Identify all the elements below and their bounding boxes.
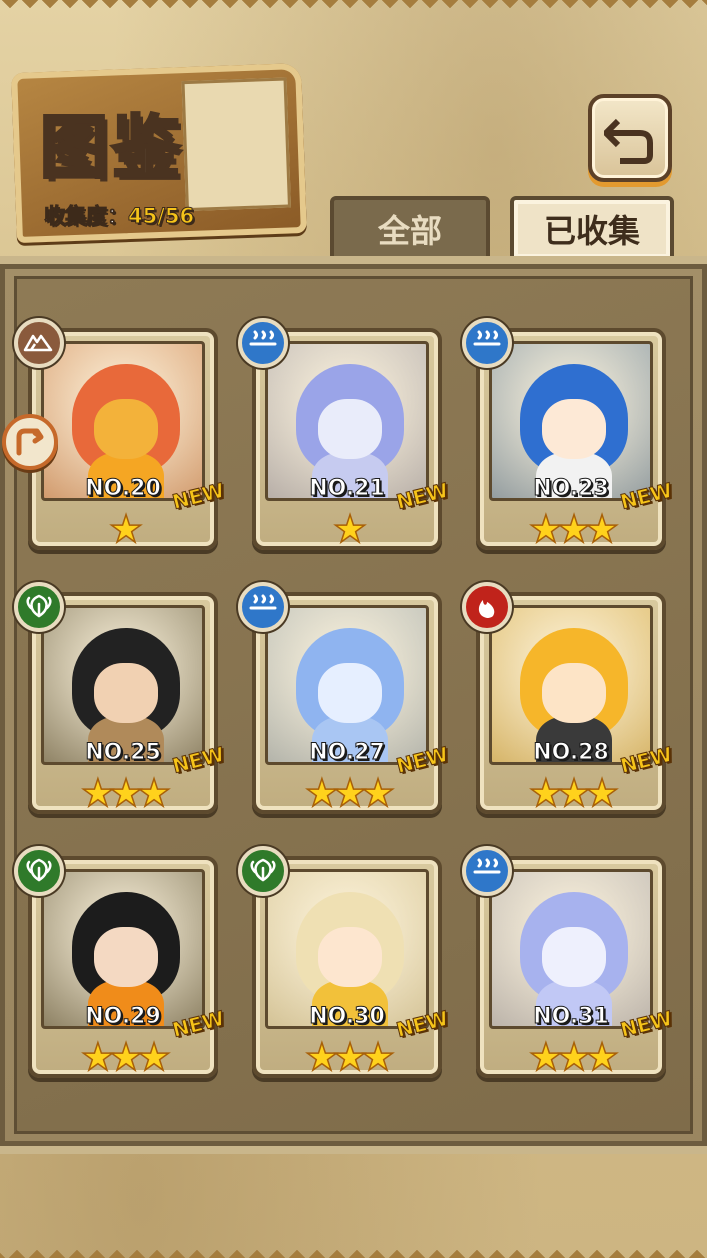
- tab-collected[interactable]: 已收集: [510, 196, 674, 262]
- monster-card[interactable]: NO.23 NEW ★★★: [462, 318, 675, 551]
- monster-card[interactable]: NO.21 NEW ★: [238, 318, 451, 551]
- wind-icon: [14, 582, 64, 632]
- bottom-border: [0, 1244, 707, 1258]
- filter-button[interactable]: [2, 414, 58, 470]
- earth-icon: [14, 318, 64, 368]
- monster-card[interactable]: NO.27 NEW ★★★: [238, 582, 451, 815]
- portrait-face: [542, 663, 606, 723]
- water-icon: [238, 318, 288, 368]
- portrait-face: [94, 399, 158, 459]
- page-title: 图鉴: [38, 107, 185, 190]
- collection-value: 45/56: [127, 204, 195, 229]
- water-icon: [462, 846, 512, 896]
- portrait-face: [318, 927, 382, 987]
- rarity-stars: ★★★: [528, 1035, 620, 1079]
- rarity-stars: ★★★: [304, 1035, 396, 1079]
- portrait-face: [94, 927, 158, 987]
- rarity-stars: ★★★: [80, 771, 172, 815]
- rarity-stars: ★★★: [80, 1035, 172, 1079]
- portrait-face: [542, 399, 606, 459]
- wind-icon: [238, 846, 288, 896]
- rarity-stars: ★: [108, 507, 144, 551]
- portrait-face: [318, 399, 382, 459]
- monster-card[interactable]: NO.31 NEW ★★★: [462, 846, 675, 1079]
- monster-card[interactable]: NO.25 NEW ★★★: [14, 582, 227, 815]
- wind-icon: [14, 846, 64, 896]
- filter-arrow-icon: [16, 428, 44, 456]
- monster-card[interactable]: NO.30 NEW ★★★: [238, 846, 451, 1079]
- water-icon: [238, 582, 288, 632]
- portrait-face: [94, 663, 158, 723]
- tab-all[interactable]: 全部: [330, 196, 490, 262]
- rarity-stars: ★★★: [304, 771, 396, 815]
- book-page: [181, 77, 291, 212]
- rarity-stars: ★: [332, 507, 368, 551]
- rarity-stars: ★★★: [528, 507, 620, 551]
- top-border: [0, 0, 707, 14]
- back-button[interactable]: [588, 94, 672, 182]
- collection-progress: 收集度：45/56: [44, 200, 195, 230]
- collection-label: 收集度：: [44, 204, 129, 229]
- water-icon: [462, 318, 512, 368]
- monster-card[interactable]: NO.28 NEW ★★★: [462, 582, 675, 815]
- fire-icon: [462, 582, 512, 632]
- portrait-face: [542, 927, 606, 987]
- rarity-stars: ★★★: [528, 771, 620, 815]
- portrait-face: [318, 663, 382, 723]
- back-arrow-icon: [604, 118, 653, 164]
- monster-card[interactable]: NO.29 NEW ★★★: [14, 846, 227, 1079]
